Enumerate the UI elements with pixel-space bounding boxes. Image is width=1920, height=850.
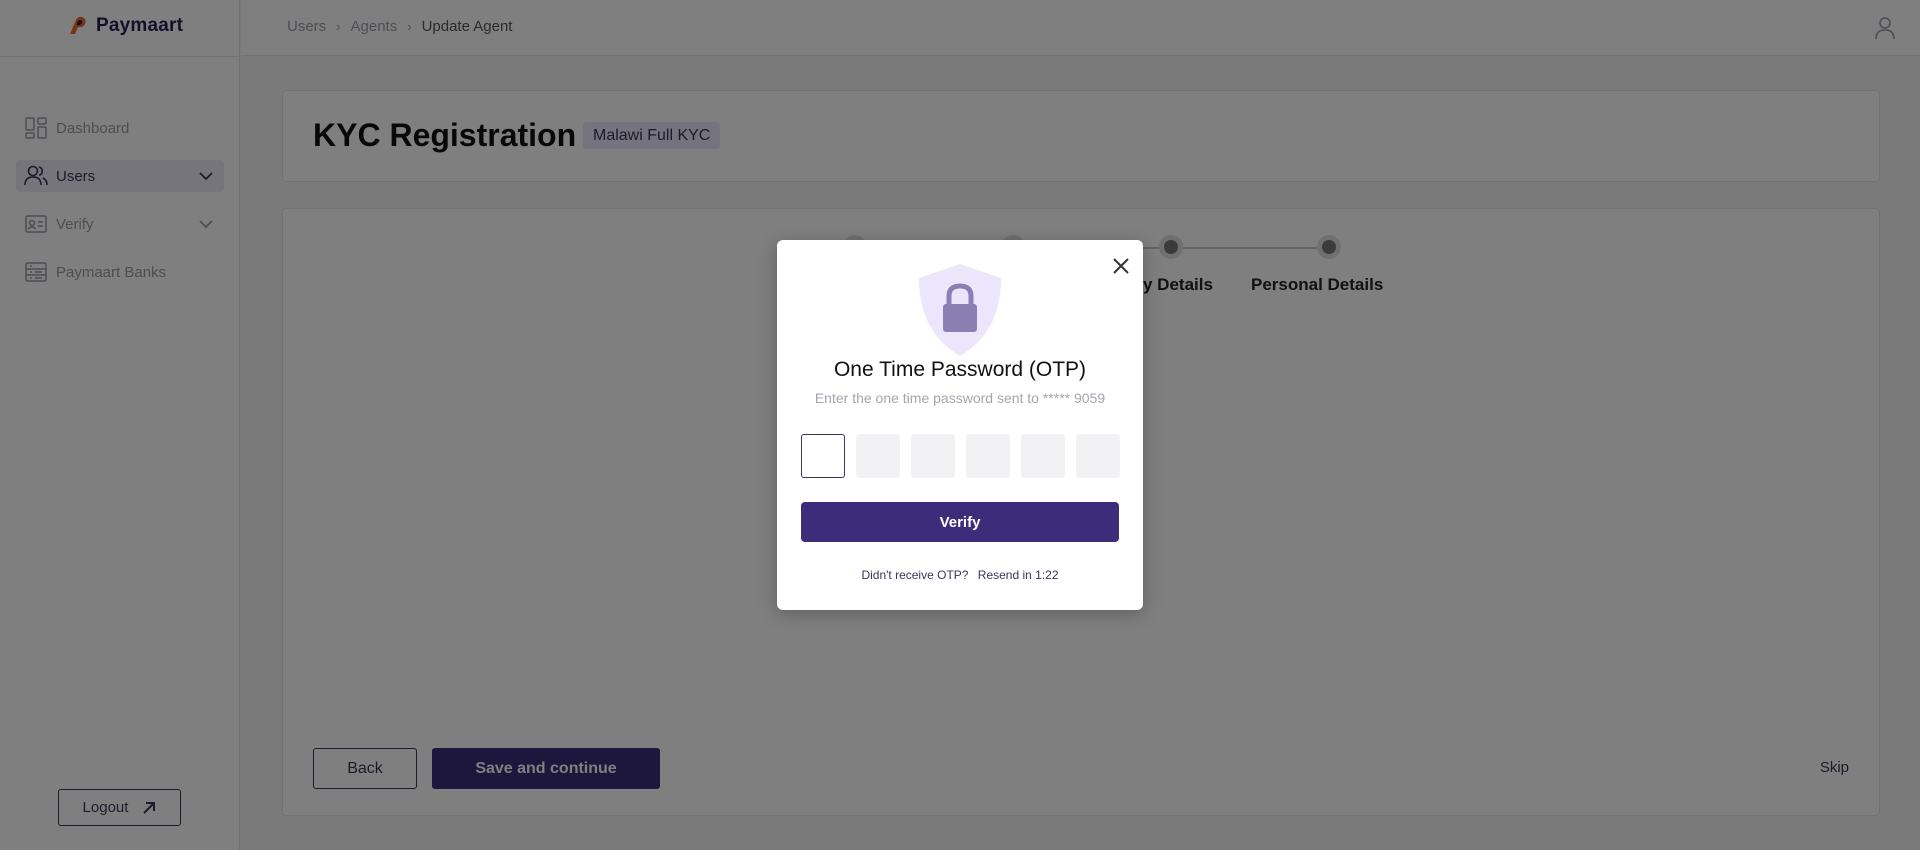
otp-input-group — [801, 434, 1120, 478]
verify-button[interactable]: Verify — [801, 502, 1119, 542]
otp-digit-input[interactable] — [856, 434, 900, 478]
otp-digit-input[interactable] — [801, 434, 845, 478]
close-icon[interactable] — [1111, 256, 1131, 276]
otp-digit-input[interactable] — [966, 434, 1010, 478]
otp-digit-input[interactable] — [1076, 434, 1120, 478]
resend-otp-row: Didn't receive OTP? Resend in 1:22 — [777, 568, 1143, 582]
resend-timer[interactable]: Resend in 1:22 — [978, 568, 1059, 582]
otp-digit-input[interactable] — [911, 434, 955, 478]
otp-subtitle: Enter the one time password sent to ****… — [814, 390, 1106, 406]
otp-title: One Time Password (OTP) — [833, 358, 1087, 381]
shield-lock-icon — [919, 264, 1001, 356]
resend-prompt: Didn't receive OTP? — [861, 568, 969, 582]
otp-digit-input[interactable] — [1021, 434, 1065, 478]
otp-modal: One Time Password (OTP) Enter the one ti… — [777, 240, 1143, 610]
